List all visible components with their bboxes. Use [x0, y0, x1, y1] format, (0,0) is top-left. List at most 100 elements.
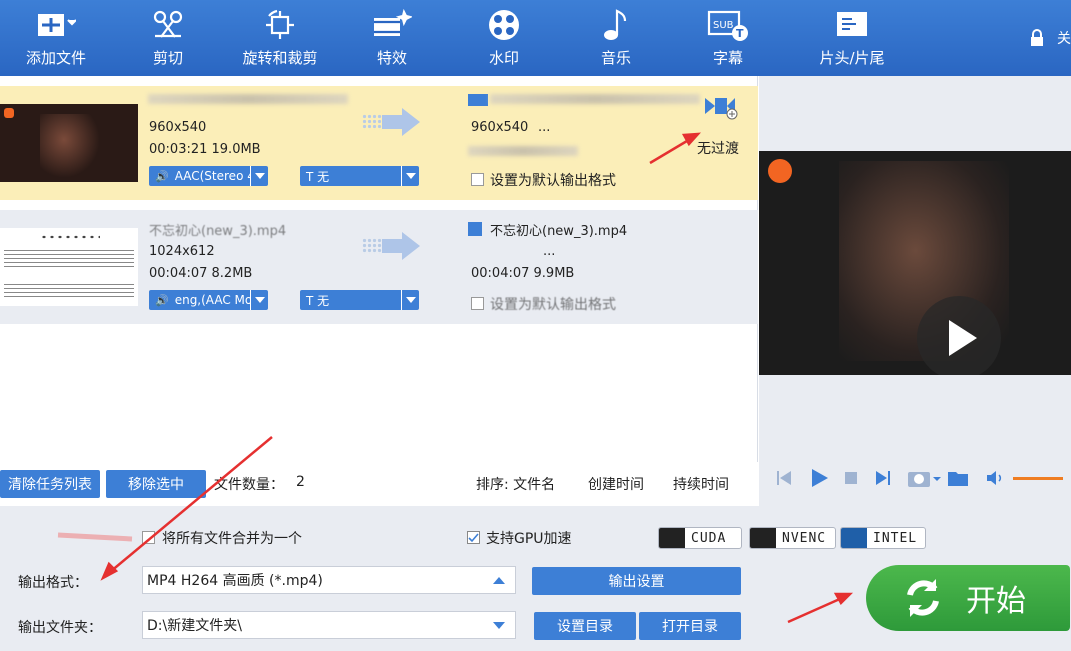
cut-label: 剪切 [152, 49, 183, 67]
play-overlay-icon[interactable] [917, 296, 1001, 375]
svg-text:T: T [736, 27, 744, 40]
preview-pane [759, 76, 1071, 506]
folder-value: D:\新建文件夹\ [147, 618, 242, 634]
file-list: 960x540 00:03:21 19.0MB 🔊 AAC(Stereo 4 T… [0, 76, 758, 462]
volume-icon[interactable] [985, 470, 1005, 486]
rotate-crop-icon [258, 7, 302, 43]
cut-button[interactable]: 剪切 [112, 0, 224, 76]
watermark-button[interactable]: 水印 [448, 0, 560, 76]
folder-label: 输出文件夹： [18, 620, 102, 636]
convert-arrow-icon [362, 108, 420, 136]
camera-icon[interactable] [907, 468, 941, 488]
folder-icon[interactable] [947, 469, 969, 487]
clear-list-button[interactable]: 清除任务列表 [0, 470, 100, 498]
add-file-icon [34, 7, 78, 43]
default-format-label: 设置为默认输出格式 [490, 173, 616, 189]
intel-badge: INTEL [840, 527, 926, 549]
audio-track-value: eng,(AAC Mo [174, 293, 250, 307]
audio-track-select[interactable]: 🔊 AAC(Stereo 4 [149, 166, 268, 186]
main-toolbar: 添加文件 剪切 旋转和裁剪 特效 水印 音乐 SUB T 字幕 片头/片尾 关 [0, 0, 1071, 76]
subtitle-value: T 无 [306, 293, 330, 308]
format-select[interactable]: MP4 H264 高画质 (*.mp4) [142, 566, 516, 594]
subtitle-select[interactable]: T 无 [300, 290, 419, 310]
merge-files-checkbox[interactable] [142, 531, 155, 544]
chevron-down-icon [493, 622, 505, 629]
source-name-redacted [148, 94, 348, 104]
folder-select[interactable]: D:\新建文件夹\ [142, 611, 516, 639]
app-logo-icon [4, 108, 14, 118]
speaker-icon: 🔊 [155, 169, 169, 183]
stop-icon[interactable] [843, 470, 859, 486]
cuda-badge: CUDA [658, 527, 742, 549]
file-count-value: 2 [296, 474, 305, 490]
list-item[interactable]: 960x540 00:03:21 19.0MB 🔊 AAC(Stereo 4 T… [0, 86, 758, 200]
lock-icon [1031, 29, 1043, 46]
remove-selected-button[interactable]: 移除选中 [106, 470, 206, 498]
source-name: 不忘初心(new_3).mp4 [149, 224, 287, 239]
rotate-crop-label: 旋转和裁剪 [242, 49, 318, 67]
chevron-down-icon [401, 290, 419, 310]
close-button[interactable]: 关 [1029, 28, 1071, 48]
output-name: 不忘初心(new_3).mp4 [490, 224, 628, 239]
gpu-label: 支持GPU加速 [486, 531, 572, 547]
add-file-button[interactable]: 添加文件 [0, 0, 112, 76]
convert-arrow-icon [362, 232, 420, 260]
volume-slider[interactable] [1013, 476, 1063, 480]
subtitle-label: 字幕 [712, 49, 743, 67]
subtitle-value: T 无 [306, 169, 330, 184]
list-item[interactable]: 不忘初心(new_3).mp4 1024x612 00:04:07 8.2MB … [0, 210, 758, 324]
close-label: 关 [1057, 31, 1071, 47]
start-button[interactable]: 开始 [866, 565, 1070, 631]
gpu-checkbox[interactable] [467, 531, 480, 544]
nvidia-icon [750, 528, 776, 548]
nvenc-badge: NVENC [749, 527, 836, 549]
music-button[interactable]: 音乐 [560, 0, 672, 76]
output-settings-button[interactable]: 输出设置 [532, 567, 741, 595]
audio-track-value: AAC(Stereo 4 [174, 169, 250, 183]
subtitle-icon: SUB T [706, 7, 750, 43]
effects-button[interactable]: 特效 [336, 0, 448, 76]
effects-label: 特效 [376, 49, 407, 67]
skip-forward-icon[interactable] [873, 469, 893, 487]
nvidia-icon [659, 528, 685, 548]
chevron-up-icon [493, 577, 505, 584]
merge-files-label: 将所有文件合并为一个 [162, 531, 302, 547]
open-directory-button[interactable]: 打开目录 [639, 612, 741, 640]
default-format-checkbox[interactable] [471, 173, 484, 186]
audio-track-select[interactable]: 🔊 eng,(AAC Mo [149, 290, 268, 310]
effects-icon [370, 7, 414, 43]
video-thumbnail [0, 104, 138, 182]
list-toolbar: 清除任务列表 移除选中 文件数量： 2 排序: 文件名 创建时间 持续时间 [0, 462, 758, 506]
intro-outro-label: 片头/片尾 [819, 49, 885, 67]
format-label: 输出格式： [18, 575, 88, 591]
intro-outro-icon [830, 7, 874, 43]
output-more[interactable]: ... [538, 120, 550, 135]
output-more[interactable]: ... [543, 244, 555, 259]
checkmark-icon [468, 533, 479, 543]
player-controls [759, 464, 1071, 492]
output-format-icon[interactable] [703, 94, 739, 120]
transition-label[interactable]: 无过渡 [697, 138, 739, 158]
play-icon[interactable] [809, 468, 829, 488]
output-settings-panel: 将所有文件合并为一个 支持GPU加速 CUDA NVENC INTEL 输出格式… [0, 506, 1071, 651]
refresh-icon [907, 579, 939, 617]
default-format-checkbox[interactable] [471, 297, 484, 310]
intro-outro-button[interactable]: 片头/片尾 [784, 0, 920, 76]
sort-by-duration[interactable]: 持续时间 [673, 474, 729, 494]
watermark-icon [482, 7, 526, 43]
rotate-crop-button[interactable]: 旋转和裁剪 [224, 0, 336, 76]
subtitle-button[interactable]: SUB T 字幕 [672, 0, 784, 76]
watermark-label: 水印 [488, 49, 519, 67]
set-directory-button[interactable]: 设置目录 [534, 612, 636, 640]
chevron-down-icon [250, 166, 268, 186]
music-icon [594, 7, 638, 43]
output-info: 00:04:07 9.9MB [471, 266, 575, 281]
video-thumbnail [0, 228, 138, 306]
skip-back-icon[interactable] [775, 469, 795, 487]
subtitle-select[interactable]: T 无 [300, 166, 419, 186]
music-label: 音乐 [600, 49, 631, 67]
video-preview[interactable] [759, 151, 1071, 375]
sort-by-name[interactable]: 排序: 文件名 [476, 474, 555, 494]
sort-by-created[interactable]: 创建时间 [588, 474, 644, 494]
output-check-icon [468, 94, 488, 106]
